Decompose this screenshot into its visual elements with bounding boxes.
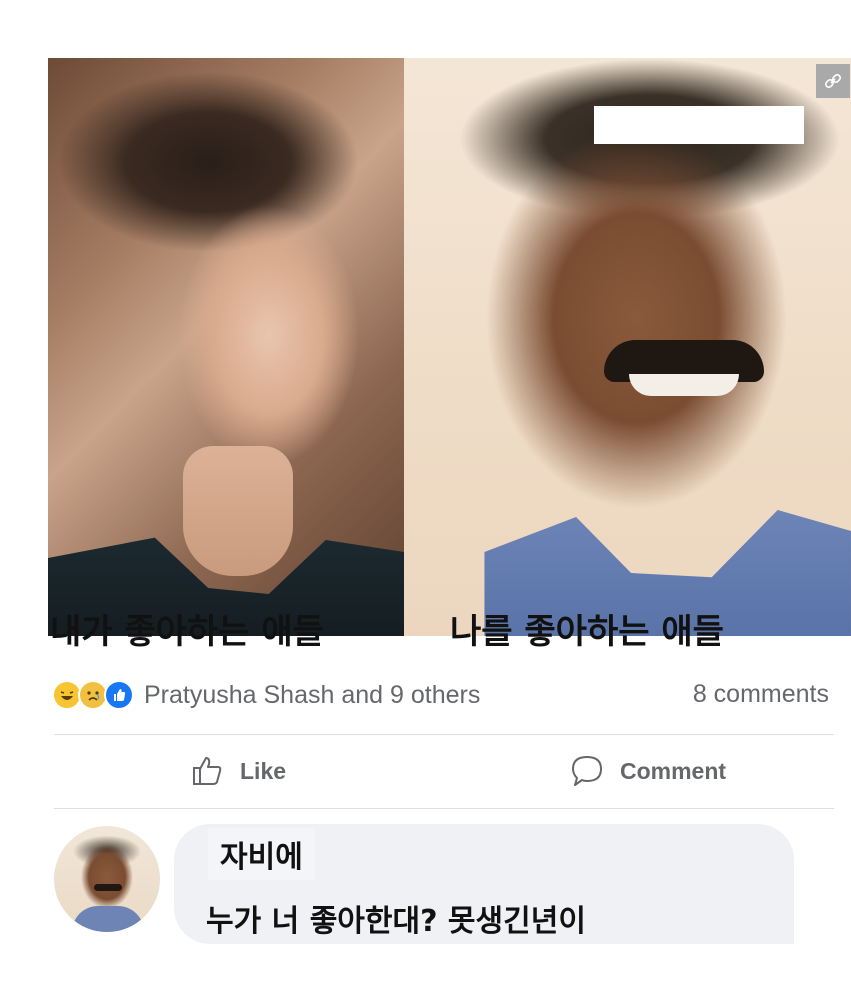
comments-count[interactable]: 8 comments — [693, 680, 829, 709]
like-button[interactable]: Like — [188, 752, 286, 790]
divider — [54, 734, 834, 735]
divider — [54, 808, 834, 809]
like-icon — [104, 680, 134, 710]
caption-left: 내가 좋아하는 애들 — [50, 612, 324, 652]
comment-text: 누가 너 좋아한대? 못생긴년이 — [206, 904, 586, 939]
reactions-summary[interactable]: Pratyusha Shash and 9 others — [52, 678, 480, 712]
photo-right — [404, 58, 851, 636]
screenshot-page: 내가 좋아하는 애들 나를 좋아하는 애들 Pratyusha Shash an… — [0, 0, 851, 994]
post-image[interactable] — [48, 58, 851, 636]
comment-label: Comment — [620, 757, 727, 784]
avatar-mustache — [94, 884, 122, 891]
redaction-bar — [594, 106, 804, 144]
thumbs-up-icon — [193, 757, 222, 785]
commenter-name[interactable]: 자비에 — [208, 828, 315, 880]
photo-left-neck — [183, 446, 294, 576]
avatar[interactable] — [54, 826, 160, 932]
photo-right-smile — [629, 374, 739, 396]
comment-button[interactable]: Comment — [568, 752, 726, 790]
comment-icon — [572, 756, 602, 786]
like-label: Like — [240, 757, 287, 784]
avatar-shirt — [72, 906, 144, 932]
link-icon[interactable] — [816, 64, 850, 98]
photo-left — [48, 58, 404, 636]
facebook-post: 내가 좋아하는 애들 나를 좋아하는 애들 Pratyusha Shash an… — [48, 48, 851, 946]
caption-right: 나를 좋아하는 애들 — [450, 612, 724, 652]
reactors-text[interactable]: Pratyusha Shash and 9 others — [144, 681, 480, 710]
